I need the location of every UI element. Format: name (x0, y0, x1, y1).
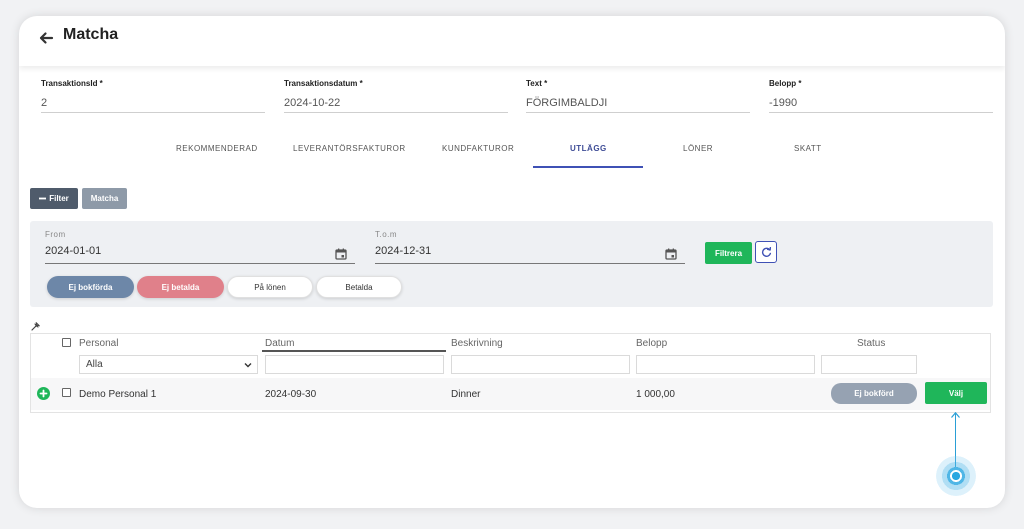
field-label: Transaktionsdatum * (284, 79, 363, 88)
chip-betalda[interactable]: Betalda (316, 276, 402, 298)
match-dialog: Matcha TransaktionsId * 2 Transaktionsda… (19, 16, 1005, 508)
chip-pa-lonen[interactable]: På lönen (227, 276, 313, 298)
chip-ej-betalda[interactable]: Ej betalda (137, 276, 224, 298)
field-label: TransaktionsId * (41, 79, 103, 88)
tutorial-click-indicator (936, 456, 976, 496)
from-date-field[interactable]: From 2024-01-01 (45, 230, 355, 264)
from-date-value: 2024-01-01 (45, 245, 102, 257)
column-header-personal[interactable]: Personal (79, 338, 118, 349)
add-circle-icon[interactable] (37, 387, 50, 400)
refresh-button[interactable] (755, 241, 777, 263)
tab-loner[interactable]: LÖNER (683, 144, 713, 153)
tom-date-value: 2024-12-31 (375, 245, 432, 257)
status-filter-input[interactable] (821, 355, 917, 374)
field-label: Text * (526, 79, 548, 88)
calendar-icon[interactable] (665, 248, 677, 260)
row-checkbox[interactable] (62, 388, 71, 397)
calendar-icon[interactable] (335, 248, 347, 260)
field-label: Belopp * (769, 79, 802, 88)
chip-ej-bokforda[interactable]: Ej bokförda (47, 276, 134, 298)
pin-icon[interactable] (31, 321, 41, 331)
page-title: Matcha (63, 26, 119, 43)
field-value: -1990 (769, 97, 798, 109)
refresh-icon (761, 246, 771, 257)
cell-personal: Demo Personal 1 (79, 389, 157, 400)
tab-utlagg[interactable]: UTLÄGG (570, 144, 607, 153)
filtrera-button[interactable]: Filtrera (705, 242, 752, 264)
field-text[interactable]: Text * FÖRGIMBALDJI (526, 79, 750, 113)
status-badge: Ej bokförd (831, 383, 917, 404)
active-tab-indicator (533, 166, 643, 168)
filter-toggle-button[interactable]: Filter (30, 188, 78, 209)
column-header-beskrivning[interactable]: Beskrivning (451, 338, 503, 349)
chevron-down-icon (244, 363, 252, 368)
valj-button[interactable]: Välj (925, 382, 987, 404)
expense-table: Personal Datum Beskrivning Belopp Status… (30, 333, 991, 413)
column-header-datum[interactable]: Datum (265, 338, 294, 349)
table-row[interactable]: Demo Personal 1 2024-09-30 Dinner 1 000,… (31, 378, 990, 410)
tab-skatt[interactable]: SKATT (794, 144, 822, 153)
cell-belopp: 1 000,00 (636, 389, 675, 400)
personal-filter-select[interactable]: Alla (79, 355, 258, 374)
tab-kundfakturor[interactable]: KUNDFAKTUROR (442, 144, 514, 153)
field-value: 2 (41, 97, 48, 109)
filter-button-label: Filter (49, 194, 69, 203)
cell-beskrivning: Dinner (451, 389, 481, 400)
tab-leverantorsfakturor[interactable]: LEVERANTÖRSFAKTUROR (293, 144, 406, 153)
sorted-column-indicator (262, 350, 446, 352)
page-header: Matcha (19, 16, 1005, 66)
select-all-checkbox[interactable] (62, 338, 71, 347)
matcha-button[interactable]: Matcha (82, 188, 127, 209)
field-belopp[interactable]: Belopp * -1990 (769, 79, 993, 113)
field-transaktionsdatum[interactable]: Transaktionsdatum * 2024-10-22 (284, 79, 508, 113)
beskrivning-filter-input[interactable] (451, 355, 630, 374)
belopp-filter-input[interactable] (636, 355, 815, 374)
column-header-status[interactable]: Status (857, 338, 885, 349)
minus-icon (39, 197, 47, 200)
filter-panel: From 2024-01-01 T.o.m 2024-12-31 Filtrer… (30, 221, 993, 307)
datum-filter-input[interactable] (265, 355, 444, 374)
from-date-label: From (45, 230, 66, 239)
tom-date-field[interactable]: T.o.m 2024-12-31 (375, 230, 685, 264)
column-header-belopp[interactable]: Belopp (636, 338, 667, 349)
tom-date-label: T.o.m (375, 230, 398, 239)
cell-datum: 2024-09-30 (265, 389, 317, 400)
field-value: 2024-10-22 (284, 97, 341, 109)
personal-filter-value: Alla (86, 359, 103, 370)
field-value: FÖRGIMBALDJI (526, 97, 608, 109)
arrow-left-icon[interactable] (38, 30, 54, 46)
field-transaktionsid[interactable]: TransaktionsId * 2 (41, 79, 265, 113)
tab-rekommenderad[interactable]: REKOMMENDERAD (176, 144, 258, 153)
